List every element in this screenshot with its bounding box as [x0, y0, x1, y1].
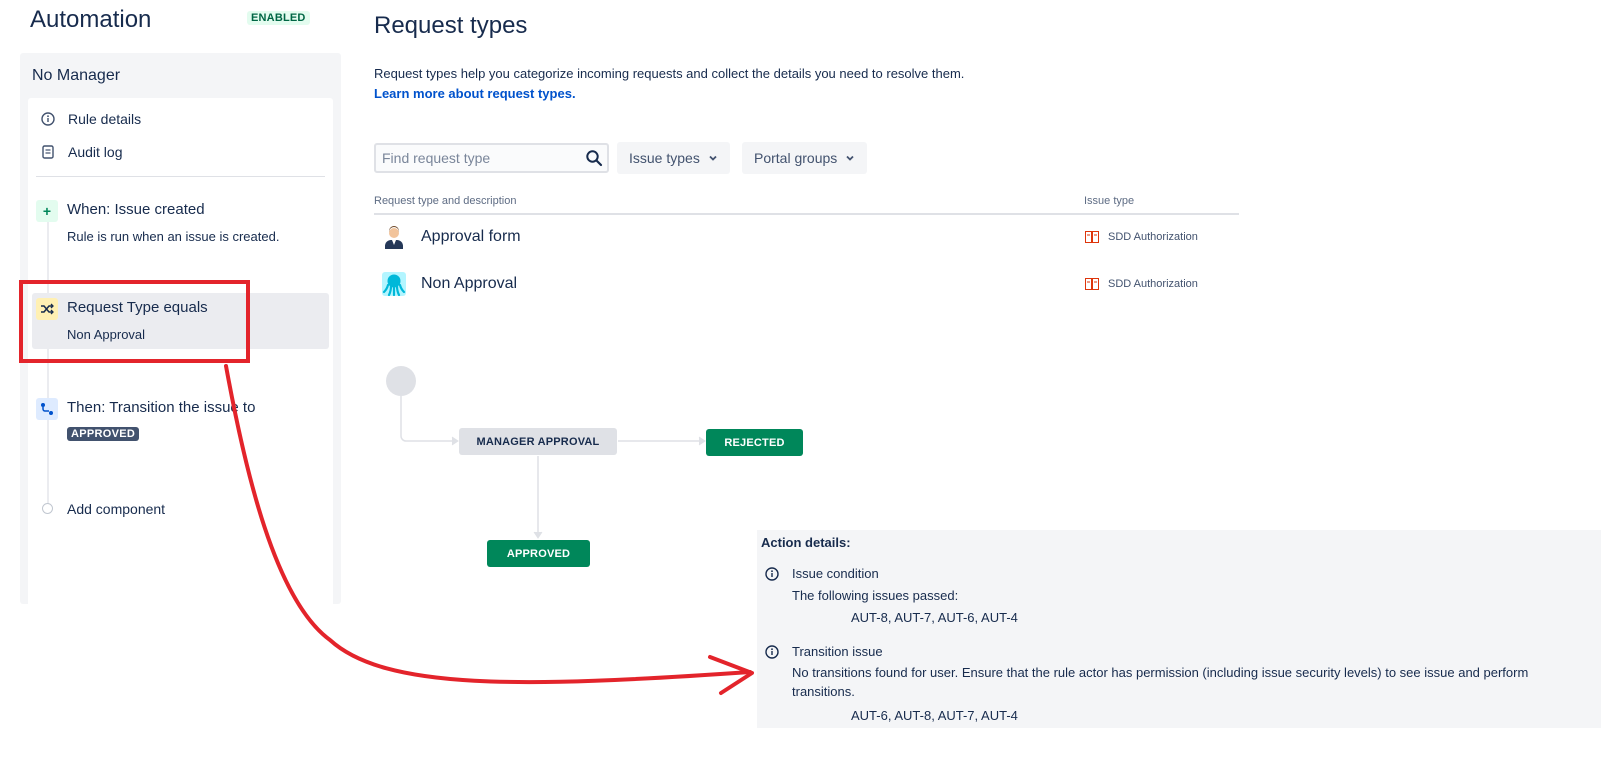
transition-issue-keys[interactable]: AUT-6, AUT-8, AUT-7, AUT-4 — [851, 708, 1018, 723]
transition-issue-heading: Transition issue — [792, 644, 883, 659]
issue-condition-keys[interactable]: AUT-8, AUT-7, AUT-6, AUT-4 — [851, 610, 1018, 625]
info-icon — [765, 645, 779, 659]
info-icon — [765, 567, 779, 581]
workflow-status-rejected[interactable]: REJECTED — [706, 429, 803, 456]
workflow-start-node — [386, 366, 416, 396]
workflow-status-approved[interactable]: APPROVED — [487, 540, 590, 567]
workflow-status-manager-approval[interactable]: MANAGER APPROVAL — [459, 428, 617, 455]
transition-issue-text: No transitions found for user. Ensure th… — [792, 665, 1529, 699]
action-details-panel: Action details: Issue condition The foll… — [757, 530, 1601, 728]
issue-condition-text: The following issues passed: — [792, 588, 959, 603]
action-details-title: Action details: — [761, 535, 851, 550]
issue-condition-heading: Issue condition — [792, 566, 879, 581]
